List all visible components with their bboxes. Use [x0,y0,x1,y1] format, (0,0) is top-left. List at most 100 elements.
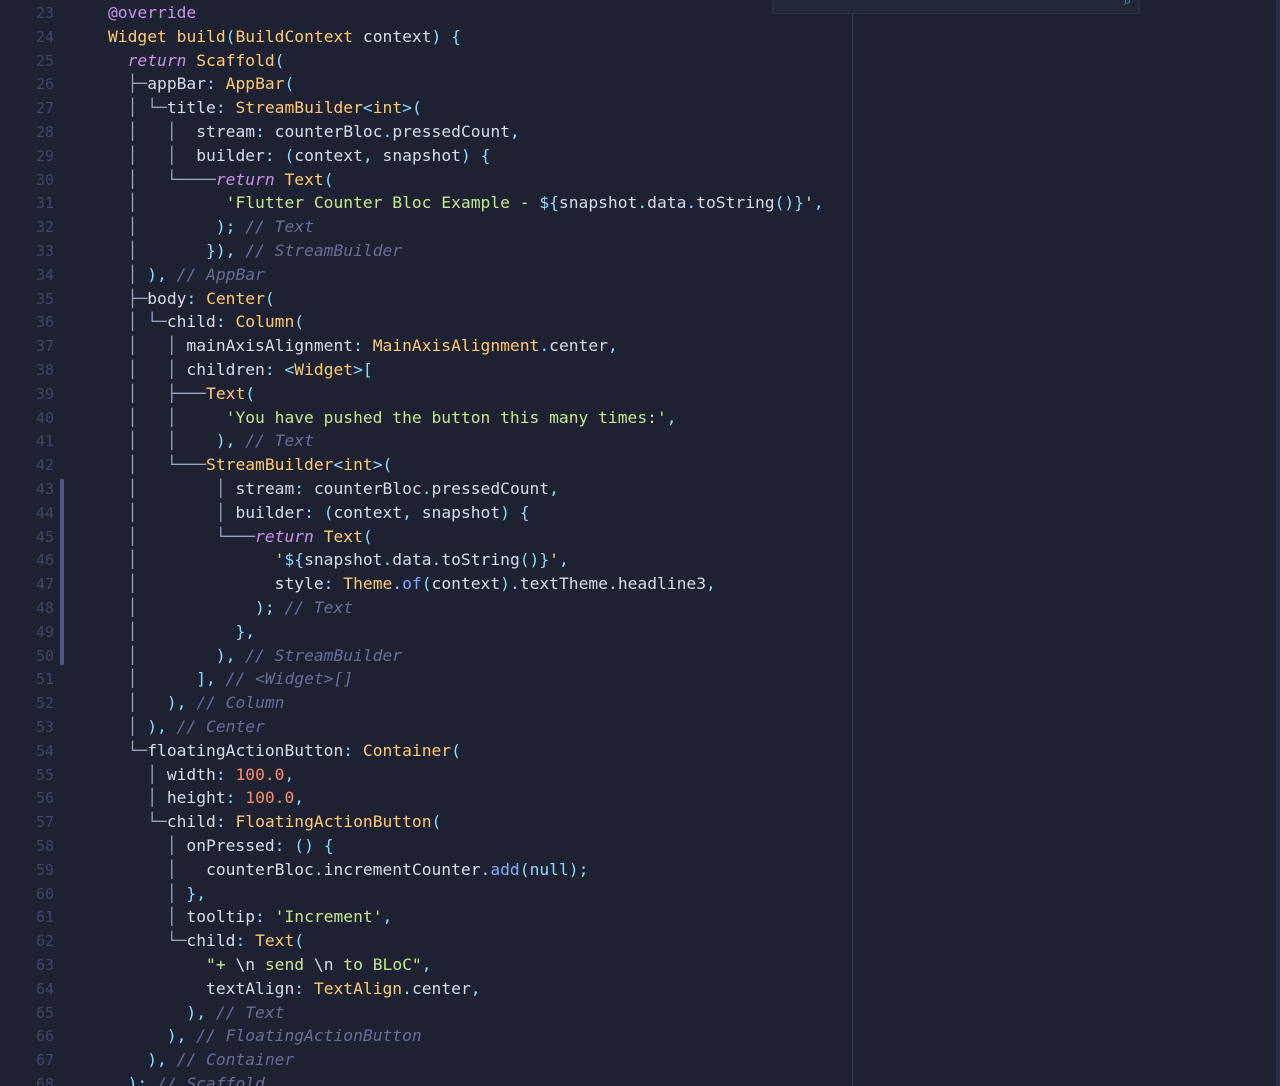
code-token: textAlign [206,978,295,998]
line-number: 34 [35,265,54,284]
code-token: │ [108,764,167,784]
code-line[interactable]: ), // Container [108,1048,294,1072]
code-line[interactable]: │ ), // Center [108,715,265,739]
code-token: ( [323,502,334,522]
code-line[interactable]: │ │ builder: (context, snapshot) { [108,144,491,168]
code-line[interactable]: │ │ ), // Text [108,429,314,453]
code-token: ( [294,931,305,951]
code-line[interactable]: │ ); // Text [108,596,354,620]
code-token: Theme [343,574,393,594]
code-line[interactable]: "+ \n send \n to BLoC", [108,953,432,977]
code-line[interactable]: ), // Text [108,1001,284,1025]
code-token: : [215,98,226,118]
code-line[interactable]: ├─body: Center( [108,287,275,311]
code-line[interactable]: │ │ children: <Widget>[ [108,358,373,382]
code-token: ( [274,50,285,70]
code-token: < [284,360,295,379]
line-number: 50 [35,646,54,665]
code-token: : [353,336,363,356]
editor-find-widget[interactable]: ⌕ [772,0,1140,14]
line-number: 33 [35,242,54,260]
code-line[interactable]: │ tooltip: 'Increment', [108,905,393,929]
code-line[interactable]: │ ); // Text [108,215,314,239]
code-line[interactable]: │ ), // Column [108,691,285,715]
code-token: └─ [108,812,167,832]
code-line[interactable]: │ ), // AppBar [108,263,265,287]
code-token: mainAxisAlignment [186,336,354,356]
code-line[interactable]: └─child: FloatingActionButton( [108,810,441,834]
code-line[interactable]: │ '${snapshot.data.toString()}', [108,548,569,572]
code-line[interactable]: │ ├───Text( [108,382,255,406]
line-number: 52 [35,694,54,713]
code-token: snapshot [411,502,501,522]
code-line[interactable]: │ onPressed: () { [108,834,334,858]
code-line[interactable]: │ │ mainAxisAlignment: MainAxisAlignment… [108,334,618,358]
line-number: 63 [35,956,54,974]
code-line[interactable]: @override [108,1,196,25]
code-token: │ [108,693,167,713]
code-token: Column [235,312,295,332]
code-line[interactable]: return Scaffold( [108,49,285,73]
code-line[interactable]: ); // Scaffold [108,1072,265,1086]
code-token: Widget [108,26,167,46]
code-token: Text [255,931,295,951]
code-line[interactable]: │ }, [108,620,255,644]
code-line[interactable]: │ │ builder: (context, snapshot) { [108,501,530,525]
code-line[interactable]: ), // FloatingActionButton [108,1024,422,1048]
code-token: : [225,788,236,808]
code-area[interactable]: @override Widget build(BuildContext conte… [108,0,1278,1086]
code-line[interactable]: └─floatingActionButton: Container( [108,739,461,763]
code-token: 'Flutter Counter Bloc Example - [225,193,540,213]
code-line[interactable]: │ 'Flutter Counter Bloc Example - ${snap… [108,191,824,215]
code-line[interactable]: │ counterBloc.incrementCounter.add(null)… [108,858,589,882]
code-line[interactable]: │ └─child: Column( [108,310,305,334]
code-line[interactable]: │ height: 100.0, [108,786,304,810]
code-line[interactable]: │ }, [108,882,206,906]
code-token: │ │ [108,360,187,379]
code-token: │ [108,264,148,284]
code-token: │ [108,550,275,570]
code-line[interactable]: │ └────return Text( [108,168,334,192]
code-token: ); [215,217,236,237]
code-token: build [176,26,226,46]
search-icon[interactable]: ⌕ [1124,0,1131,9]
code-token: < [362,98,373,118]
code-line[interactable]: │ width: 100.0, [108,763,294,787]
code-line[interactable]: ├─appBar: AppBar( [108,72,295,96]
code-line[interactable]: │ ), // StreamBuilder [108,644,403,668]
code-token: │ [108,241,207,260]
code-token: , [666,407,677,427]
code-token: context [353,26,432,46]
code-line[interactable]: │ └───StreamBuilder<int>( [108,453,393,477]
line-number: 40 [35,408,54,427]
code-line[interactable]: │ ], // <Widget>[] [108,667,354,691]
code-line[interactable]: │ └───return Text( [108,525,373,549]
code-line[interactable]: Widget build(BuildContext context) { [108,25,461,49]
code-editor[interactable]: 23 24 25 26 27 28 29 30 31 32 33 34 35 36 37 38 39 40 41 42… [0,0,1280,1086]
code-token: // Scaffold [157,1074,265,1086]
code-token: context [294,145,363,165]
line-number: 41 [35,432,54,451]
code-line[interactable]: │ │ 'You have pushed the button this man… [108,406,677,430]
code-line[interactable]: │ }), // StreamBuilder [108,239,403,263]
code-line[interactable]: └─child: Text( [108,929,304,953]
code-line[interactable]: │ │ stream: counterBloc.pressedCount, [108,477,559,501]
code-token: . [539,336,550,356]
code-line[interactable]: │ │ stream: counterBloc.pressedCount, [108,120,520,144]
code-line[interactable]: │ style: Theme.of(context).textTheme.hea… [108,572,716,596]
code-token: send [255,955,314,974]
code-line[interactable]: │ └─title: StreamBuilder<int>( [108,96,422,120]
code-token: return [215,169,275,189]
code-token: // Text [284,598,354,617]
code-token: body [147,288,187,308]
code-token: // Text [245,217,314,237]
code-line[interactable]: textAlign: TextAlign.center, [108,977,481,1001]
